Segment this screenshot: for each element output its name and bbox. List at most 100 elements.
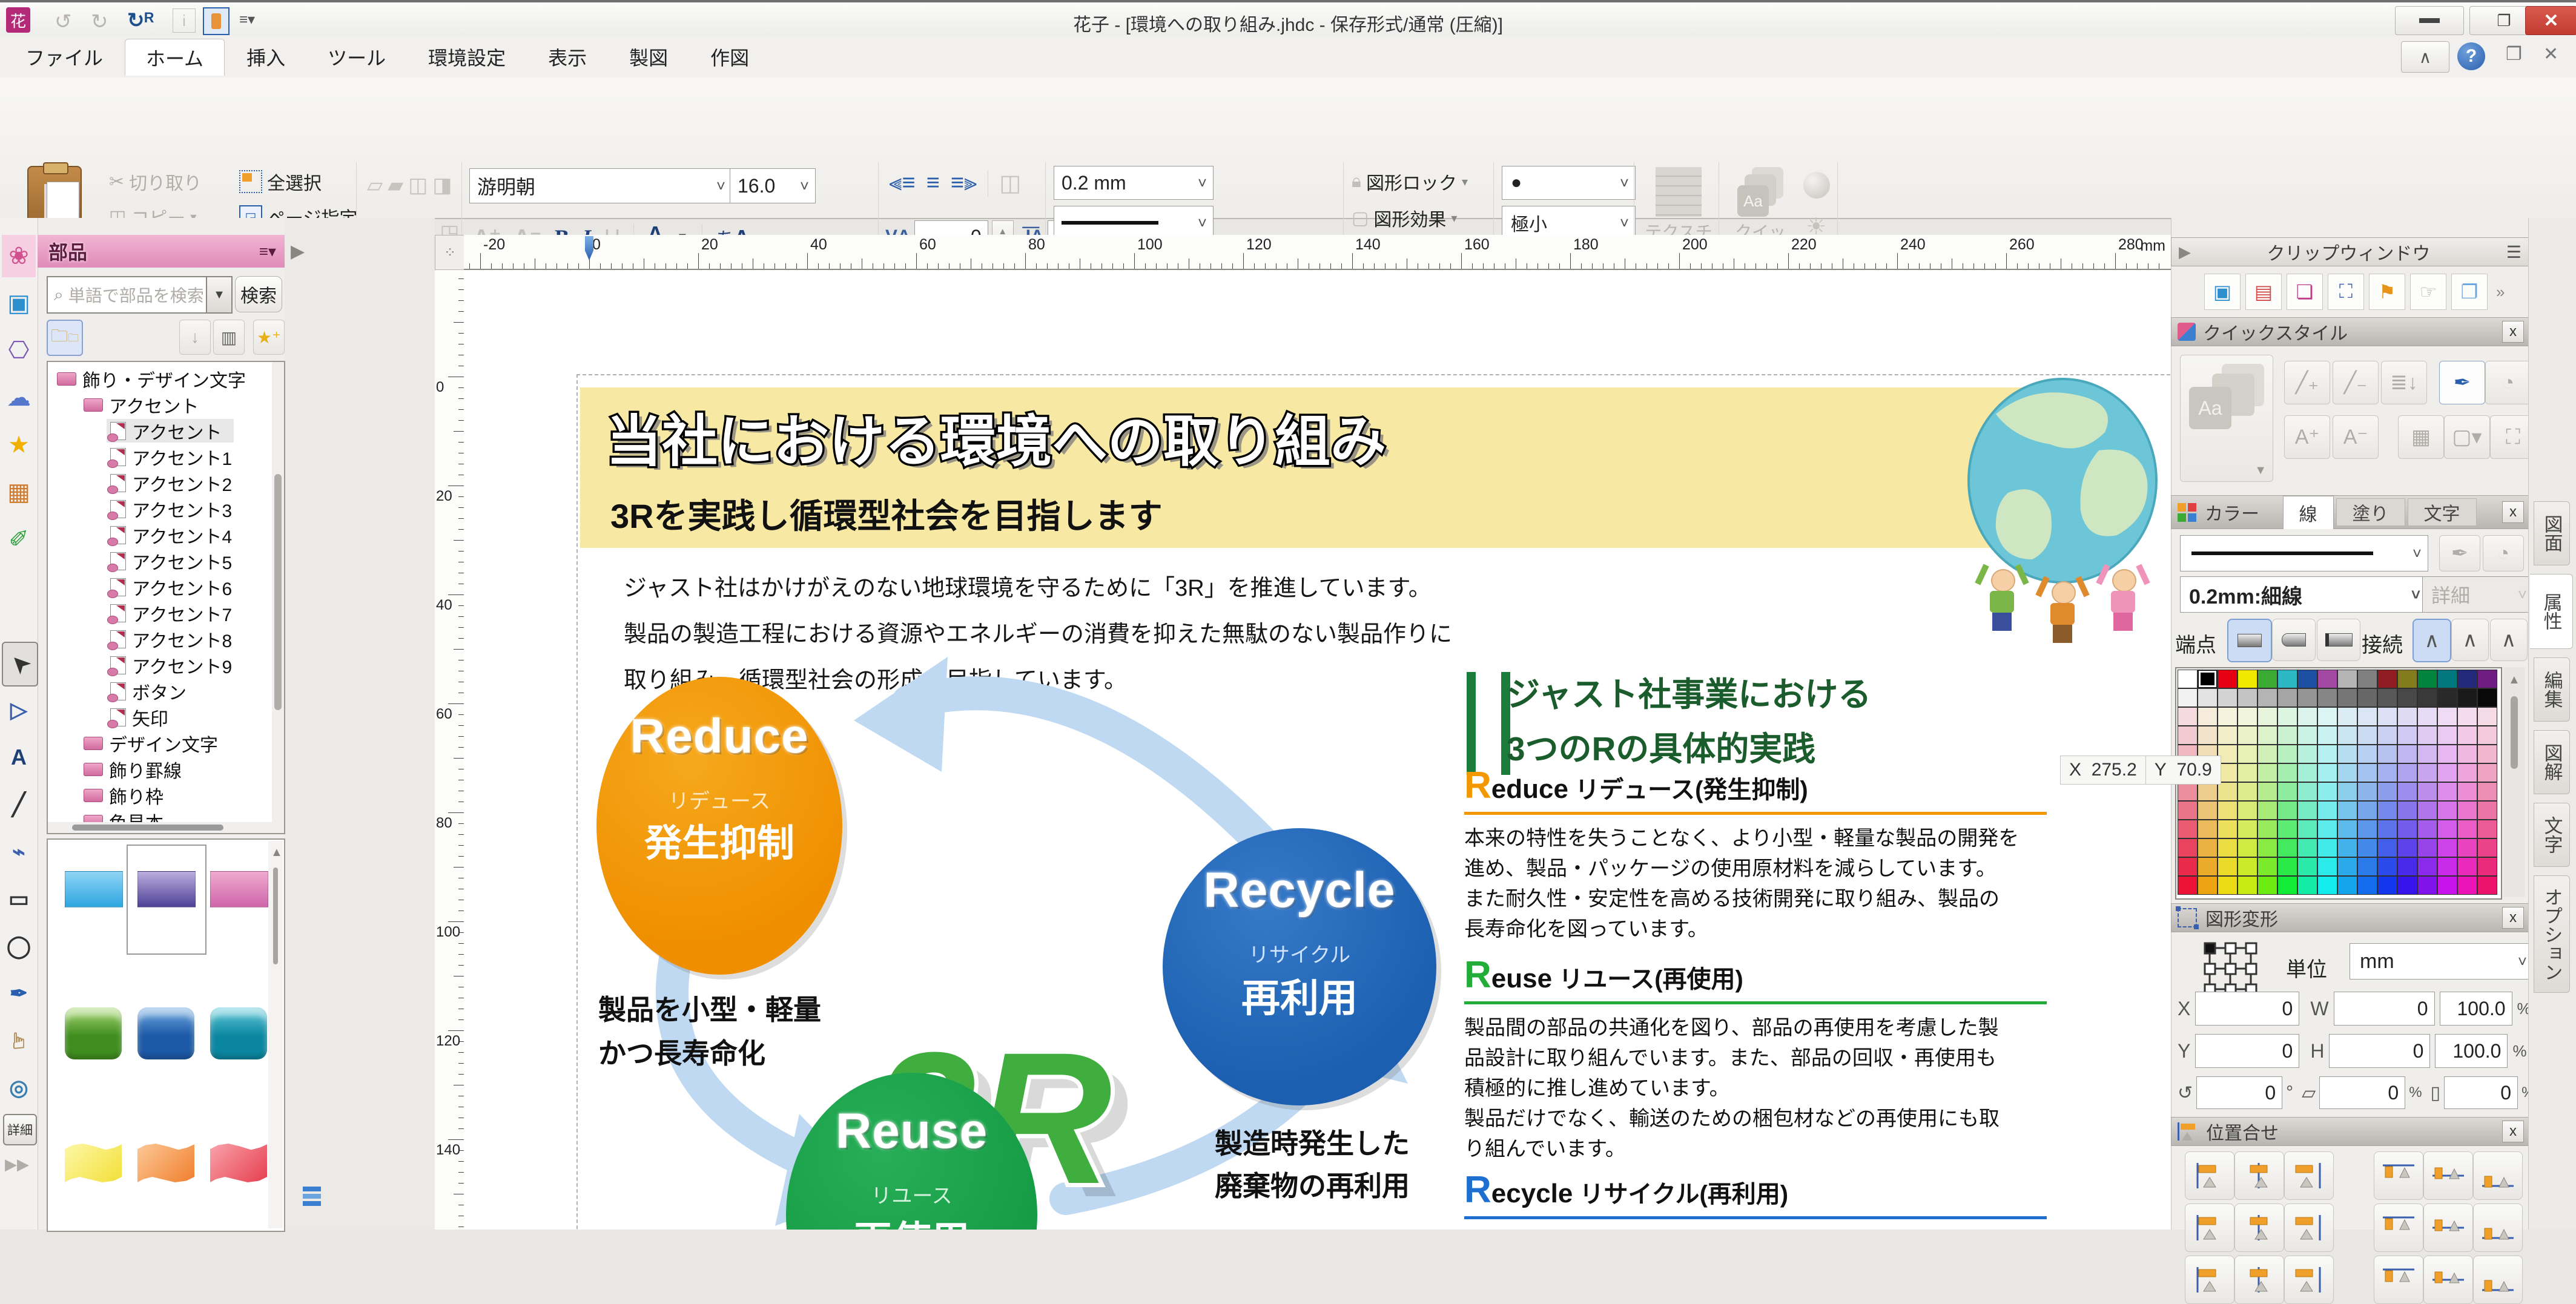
color-swatch[interactable] — [2277, 707, 2297, 726]
color-swatch[interactable] — [2377, 688, 2397, 707]
color-swatch[interactable] — [2377, 782, 2397, 801]
menu-tab-環境設定[interactable]: 環境設定 — [408, 39, 526, 75]
align-button-center-2[interactable] — [2234, 1256, 2284, 1304]
tree-item-アクセント[interactable]: アクセント — [48, 392, 285, 418]
page-list-icon[interactable] — [303, 1187, 321, 1206]
tree-item-アクセント1-3[interactable]: アクセント1 — [48, 444, 285, 470]
align-button-top-1[interactable] — [2374, 1204, 2423, 1252]
color-swatch[interactable] — [2257, 876, 2277, 895]
tree-item-アクセント4-6[interactable]: アクセント4 — [48, 522, 285, 548]
color-swatch[interactable] — [2477, 820, 2497, 838]
color-swatch[interactable] — [2257, 801, 2277, 820]
color-swatch[interactable] — [2457, 838, 2477, 857]
parts-box-category-icon[interactable]: ▦ — [2, 471, 36, 513]
color-swatch[interactable] — [2178, 820, 2198, 838]
color-swatch[interactable] — [2237, 876, 2257, 895]
align-button-top-2[interactable] — [2374, 1256, 2423, 1304]
color-swatch[interactable] — [2297, 726, 2317, 745]
color-swatch[interactable] — [2437, 801, 2457, 820]
quickstyle-mini-button-5[interactable]: A⁺ — [2284, 415, 2330, 459]
menu-tab-作図[interactable]: 作図 — [690, 39, 770, 75]
quickstyle-mini-button-1[interactable]: ╱₋ — [2333, 361, 2379, 404]
color-swatch[interactable] — [2317, 745, 2337, 763]
color-swatch[interactable] — [2457, 688, 2477, 707]
color-swatch[interactable] — [2357, 801, 2377, 820]
line-join-button-0[interactable]: ∧ — [2413, 619, 2451, 662]
part-shape-0[interactable] — [65, 871, 123, 907]
color-swatch[interactable] — [2397, 857, 2417, 876]
side-tab-オプション[interactable]: オプション — [2534, 875, 2570, 993]
color-swatch[interactable] — [2198, 707, 2218, 726]
color-swatch[interactable] — [2237, 745, 2257, 763]
clip-list-icon[interactable]: ☰ — [2506, 242, 2522, 262]
color-swatch[interactable] — [2457, 726, 2477, 745]
color-swatch[interactable] — [2437, 726, 2457, 745]
color-swatch[interactable] — [2237, 857, 2257, 876]
color-swatch[interactable] — [2397, 688, 2417, 707]
color-swatch[interactable] — [2218, 820, 2237, 838]
color-swatch[interactable] — [2397, 876, 2417, 895]
color-swatch[interactable] — [2377, 857, 2397, 876]
color-swatch[interactable] — [2218, 782, 2237, 801]
align-center-button[interactable]: ≡ — [926, 170, 940, 196]
color-swatch[interactable] — [2297, 670, 2317, 688]
line-cap-button-0[interactable] — [2227, 619, 2272, 662]
tree-item-飾り・デザイン文字[interactable]: 飾り・デザイン文字 — [48, 366, 285, 392]
pen-category-icon[interactable]: ✐ — [2, 518, 36, 561]
color-swatch[interactable] — [2337, 763, 2357, 782]
color-swatch[interactable] — [2437, 707, 2457, 726]
color-swatch[interactable] — [2178, 782, 2198, 801]
color-swatch[interactable] — [2317, 876, 2337, 895]
node-edit-tool-icon[interactable]: ▷ — [2, 689, 36, 731]
tree-item-飾り罫線[interactable]: 飾り罫線 — [48, 756, 285, 782]
color-swatch[interactable] — [2457, 763, 2477, 782]
color-swatch[interactable] — [2337, 670, 2357, 688]
color-swatch[interactable] — [2457, 820, 2477, 838]
color-swatch[interactable] — [2377, 670, 2397, 688]
align-button-center-0[interactable] — [2234, 1151, 2284, 1200]
line-join-button-2[interactable]: ∧ — [2490, 619, 2528, 661]
color-swatch[interactable] — [2437, 857, 2457, 876]
scroll-up-icon[interactable]: ▲ — [271, 846, 283, 860]
menu-tab-挿入[interactable]: 挿入 — [226, 39, 306, 75]
zoom-tool-icon[interactable]: ◎ — [2, 1067, 36, 1109]
line-tool-icon[interactable]: ╱ — [2, 783, 36, 826]
close-button[interactable]: ✕ — [2525, 6, 2576, 35]
color-swatch[interactable] — [2297, 782, 2317, 801]
flower-category-icon[interactable]: ❀ — [2, 235, 36, 277]
pages-clip-icon[interactable]: ❐ — [2451, 274, 2488, 310]
align-left-button[interactable]: ⫷≡ — [889, 170, 916, 196]
color-swatch[interactable] — [2417, 876, 2437, 895]
color-swatch[interactable] — [2218, 670, 2237, 688]
color-swatch[interactable] — [2198, 726, 2218, 745]
color-swatch[interactable] — [2457, 876, 2477, 895]
side-tab-図解[interactable]: 図解 — [2534, 730, 2570, 794]
star-category-icon[interactable]: ★ — [2, 424, 36, 466]
palette-clip-icon[interactable]: ▤ — [2245, 274, 2282, 310]
color-swatch[interactable] — [2178, 707, 2198, 726]
image-clip-icon[interactable]: ▣ — [2204, 274, 2241, 310]
color-swatch[interactable] — [2317, 763, 2337, 782]
color-swatch[interactable] — [2198, 801, 2218, 820]
menu-tab-ホーム[interactable]: ホーム — [125, 39, 225, 76]
more-icons-icon[interactable]: » — [2496, 283, 2505, 301]
color-swatch[interactable] — [2218, 801, 2237, 820]
align-button-bottom-0[interactable] — [2473, 1151, 2523, 1200]
color-swatch[interactable] — [2317, 726, 2337, 745]
color-swatch[interactable] — [2477, 838, 2497, 857]
align-button-left-1[interactable] — [2185, 1204, 2234, 1252]
anchor-grid[interactable] — [2201, 940, 2259, 998]
palette-scrollbar[interactable]: ▲ — [2503, 667, 2525, 897]
color-swatch[interactable] — [2357, 782, 2377, 801]
color-swatch[interactable] — [2178, 688, 2198, 707]
color-swatch[interactable] — [2337, 876, 2357, 895]
color-swatch[interactable] — [2317, 688, 2337, 707]
pen-style-button[interactable]: ✒ — [2439, 535, 2480, 571]
align-button-middle-1[interactable] — [2423, 1204, 2473, 1252]
color-swatch[interactable] — [2317, 670, 2337, 688]
sphere-style-button[interactable]: ◔ — [2483, 535, 2524, 571]
color-swatch[interactable] — [2457, 782, 2477, 801]
color-swatch[interactable] — [2457, 801, 2477, 820]
tree-item-デザイン文字[interactable]: デザイン文字 — [48, 730, 285, 756]
color-swatch[interactable] — [2218, 838, 2237, 857]
